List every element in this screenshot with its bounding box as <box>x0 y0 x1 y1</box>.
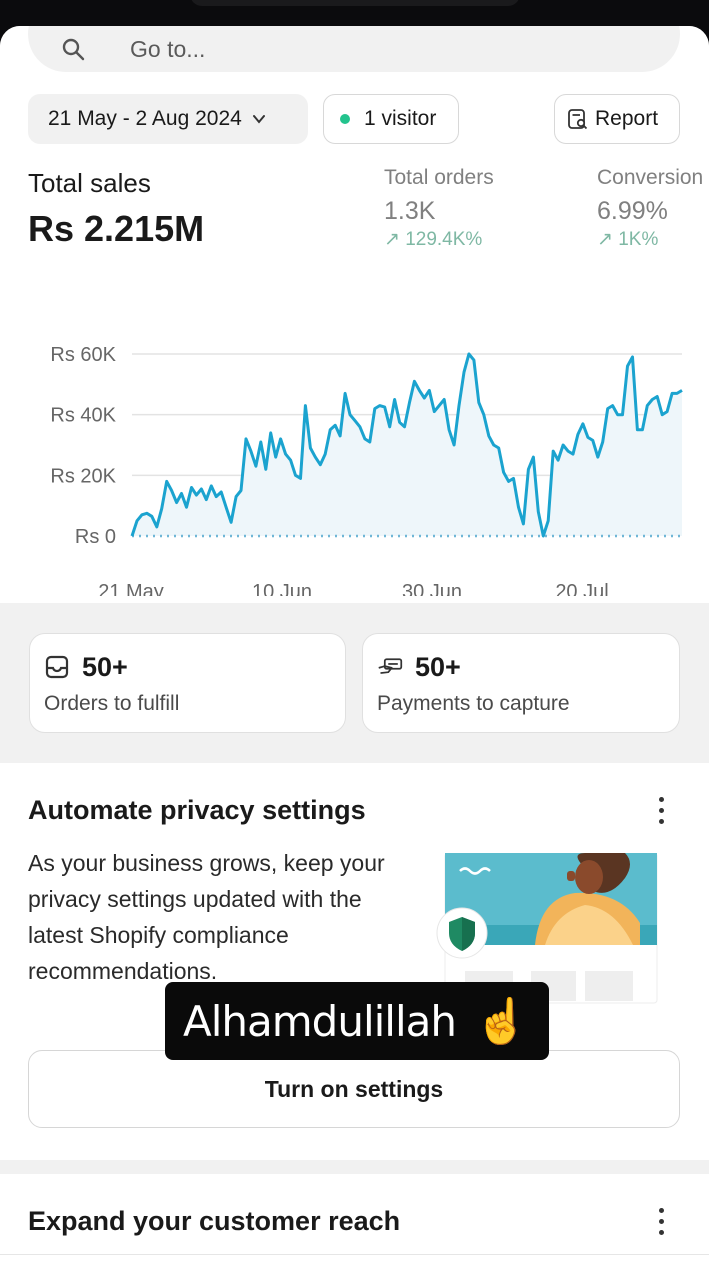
total-sales-label: Total sales <box>28 168 151 198</box>
y-tick-label: Rs 0 <box>75 526 116 548</box>
divider <box>0 1254 709 1255</box>
y-tick-label: Rs 60K <box>50 344 116 366</box>
payments-to-capture-tile[interactable]: 50+ Payments to capture <box>362 633 680 733</box>
turn-on-settings-button[interactable]: Turn on settings <box>28 1050 680 1128</box>
total-orders-label: Total orders <box>384 166 494 189</box>
chevron-down-icon <box>252 115 265 124</box>
report-icon <box>568 109 588 130</box>
search-icon <box>62 38 85 61</box>
series-area <box>132 354 682 536</box>
trend-up-icon: ↗ <box>597 229 613 250</box>
home-sheet: Go to... 21 May - 2 Aug 2024 1 visitor R… <box>0 26 709 1280</box>
orders-label: Orders to fulfill <box>44 692 180 715</box>
task-tiles: 50+ Orders to fulfill 50+ Payments to ca… <box>0 603 709 763</box>
sales-line-chart[interactable]: Rs 60K Rs 40K Rs 20K Rs 0 21 May 10 Jun 30 Jun… <box>0 306 709 596</box>
x-tick-label: 30 Jun <box>402 581 462 596</box>
total-orders-value: 1.3K <box>384 197 436 225</box>
total-sales-value: Rs 2.215M <box>28 208 205 249</box>
expand-reach-card: Expand your customer reach <box>0 1174 709 1280</box>
pointing-up-icon: ☝️ <box>473 996 529 1047</box>
y-tick-label: Rs 40K <box>50 405 116 427</box>
live-visitors-button[interactable]: 1 visitor <box>323 94 459 144</box>
alhamdulillah-sticker: Alhamdulillah ☝️ <box>165 982 549 1060</box>
search-bar[interactable]: Go to... <box>28 26 680 72</box>
privacy-title: Automate privacy settings <box>28 795 366 825</box>
orders-count: 50+ <box>82 652 128 682</box>
orders-to-fulfill-tile[interactable]: 50+ Orders to fulfill <box>29 633 346 733</box>
more-options-icon[interactable] <box>659 797 665 825</box>
expand-title: Expand your customer reach <box>28 1206 401 1236</box>
date-range-label: 21 May - 2 Aug 2024 <box>48 107 242 130</box>
x-tick-label: 21 May <box>98 581 164 596</box>
total-orders-delta: ↗ 129.4K% <box>384 229 483 250</box>
sticker-text: Alhamdulillah <box>183 996 457 1046</box>
status-bar-notch <box>190 0 520 6</box>
conversion-value: 6.99% <box>597 197 668 225</box>
cash-hand-icon <box>378 658 403 674</box>
privacy-description: As your business grows, keep your privac… <box>28 850 385 984</box>
x-tick-label: 20 Jul <box>555 581 608 596</box>
search-placeholder: Go to... <box>130 36 206 62</box>
live-dot-icon <box>340 114 350 124</box>
y-tick-label: Rs 20K <box>50 465 116 487</box>
privacy-card: Automate privacy settings As your busine… <box>0 763 709 1160</box>
visitors-label: 1 visitor <box>364 107 437 130</box>
conversion-delta: ↗ 1K% <box>597 229 659 250</box>
x-tick-label: 10 Jun <box>252 581 312 596</box>
date-range-selector[interactable]: 21 May - 2 Aug 2024 <box>28 94 308 144</box>
trend-up-icon: ↗ <box>384 229 400 250</box>
more-options-icon[interactable] <box>659 1208 665 1236</box>
payments-count: 50+ <box>415 652 461 682</box>
payments-label: Payments to capture <box>377 692 570 715</box>
report-button[interactable]: Report <box>554 94 680 144</box>
report-label: Report <box>595 107 659 130</box>
conversion-label: Conversion <box>597 166 704 189</box>
inbox-icon <box>45 655 69 679</box>
analytics-card: Go to... 21 May - 2 Aug 2024 1 visitor R… <box>0 26 709 603</box>
